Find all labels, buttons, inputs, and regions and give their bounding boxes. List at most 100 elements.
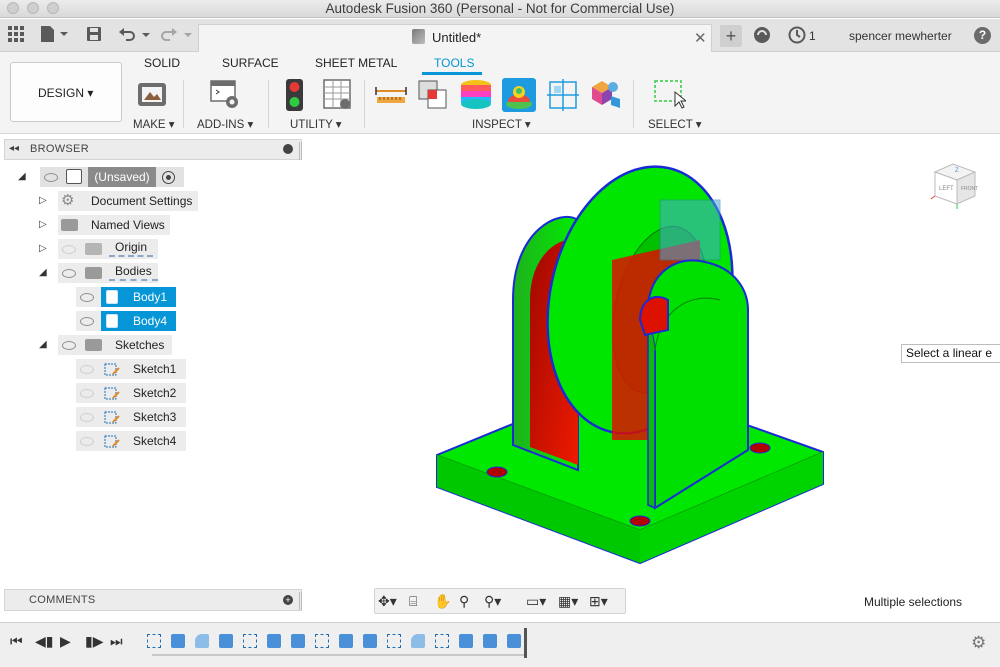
section-analysis-icon[interactable] [546,78,580,112]
add-ins-label: ADD-INS [197,119,245,131]
tab-tools[interactable]: TOOLS [434,56,474,70]
expand-triangle-icon[interactable]: ▷ [39,195,47,206]
interference-icon[interactable] [416,78,450,112]
data-panel-grid-icon[interactable] [8,26,24,47]
timeline-extrude-feature-icon[interactable] [363,634,377,648]
extensions-icon[interactable] [753,26,771,47]
3d-model-viewport[interactable] [420,160,840,585]
timeline-sketch-feature-icon[interactable] [243,634,257,648]
zoom-icon[interactable]: ⚲ [459,593,469,610]
visibility-eye-icon[interactable] [62,341,76,350]
go-to-end-icon[interactable]: ⏭ [110,633,123,650]
timeline-extrude-feature-icon[interactable] [267,634,281,648]
select-group-label[interactable]: SELECT ▾ [648,117,702,131]
timeline-settings-gear-icon[interactable]: ⚙ [971,633,986,653]
tab-surface[interactable]: SURFACE [222,56,279,70]
timeline-revolve-feature-icon[interactable] [195,634,209,648]
timeline-extrude-feature-icon[interactable] [219,634,233,648]
view-cube[interactable]: LEFT FRONT Z [925,160,985,213]
panel-resize-handle[interactable] [299,592,302,610]
orbit-icon[interactable]: ✥▾ [378,593,397,610]
redo-icon[interactable] [160,26,194,45]
look-at-icon[interactable]: ⌸ [409,593,417,610]
parameters-table-icon[interactable] [320,78,354,112]
hidden-eye-icon[interactable] [62,245,76,254]
hidden-eye-icon[interactable] [80,389,94,398]
tree-item-body4[interactable]: Body4 [127,311,173,331]
timeline-extrude-feature-icon[interactable] [291,634,305,648]
3d-print-icon[interactable] [135,78,169,112]
tree-item-sketch1[interactable]: Sketch1 [127,359,182,379]
visibility-eye-icon[interactable] [62,269,76,278]
timeline-sketch-feature-icon[interactable] [387,634,401,648]
step-forward-icon[interactable]: ▮▶ [85,633,103,650]
step-back-icon[interactable]: ◀▮ [35,633,53,650]
tree-item-bodies[interactable]: Bodies [109,263,158,281]
add-comment-icon[interactable]: + [283,595,293,605]
timeline-extrude-feature-icon[interactable] [507,634,521,648]
timeline-sketch-feature-icon[interactable] [435,634,449,648]
activate-radio-icon[interactable] [162,171,175,184]
root-component-label[interactable]: (Unsaved) [88,167,156,187]
job-status-icon[interactable] [788,26,806,47]
collapse-triangle-icon[interactable]: ◢ [39,339,47,350]
visibility-eye-icon[interactable] [80,293,94,302]
user-account-menu[interactable]: spencer mewherter [849,29,952,43]
file-menu-icon[interactable] [40,26,68,45]
component-color-cycling-icon[interactable] [589,78,623,112]
curvature-comb-icon[interactable] [459,78,493,112]
tree-item-document-settings[interactable]: Document Settings [85,191,198,211]
timeline-sketch-feature-icon[interactable] [315,634,329,648]
collapse-browser-icon[interactable]: ◂◂ [9,143,19,154]
close-tab-icon[interactable]: ✕ [694,29,707,47]
timeline-sketch-feature-icon[interactable] [147,634,161,648]
visibility-eye-icon[interactable] [80,317,94,326]
tab-solid[interactable]: SOLID [144,56,180,70]
inspect-group-label[interactable]: INSPECT ▾ [472,117,531,131]
panel-resize-handle[interactable] [299,142,302,160]
timeline-revolve-feature-icon[interactable] [411,634,425,648]
help-icon[interactable]: ? [974,27,991,44]
window-select-icon[interactable] [652,78,688,112]
undo-icon[interactable] [118,26,152,45]
measure-icon[interactable] [374,78,408,112]
scripts-addins-icon[interactable] [208,78,242,112]
svg-text:LEFT: LEFT [939,186,954,192]
hidden-eye-icon[interactable] [80,413,94,422]
tree-item-named-views[interactable]: Named Views [85,215,171,235]
collapse-triangle-icon[interactable]: ◢ [18,171,26,182]
expand-triangle-icon[interactable]: ▷ [39,243,47,254]
tree-item-origin[interactable]: Origin [109,239,154,257]
utility-group-label[interactable]: UTILITY ▾ [290,117,342,131]
timeline-extrude-feature-icon[interactable] [459,634,473,648]
collapse-triangle-icon[interactable]: ◢ [39,267,47,278]
make-group-label[interactable]: MAKE ▾ [133,117,175,131]
timeline-extrude-feature-icon[interactable] [483,634,497,648]
hidden-eye-icon[interactable] [80,365,94,374]
save-icon[interactable] [86,26,102,45]
tree-item-body1[interactable]: Body1 [127,287,173,307]
tree-item-sketch2[interactable]: Sketch2 [127,383,182,403]
tab-sheet-metal[interactable]: SHEET METAL [315,56,397,70]
expand-triangle-icon[interactable]: ▷ [39,219,47,230]
zebra-analysis-icon[interactable] [502,78,536,112]
tree-item-sketches[interactable]: Sketches [109,335,170,355]
new-tab-button[interactable]: + [720,25,742,47]
fit-zoom-icon[interactable]: ⚲▾ [484,593,501,610]
tree-item-sketch4[interactable]: Sketch4 [127,431,182,451]
viewports-icon[interactable]: ⊞▾ [589,593,608,610]
tree-item-sketch3[interactable]: Sketch3 [127,407,182,427]
timeline-extrude-feature-icon[interactable] [171,634,185,648]
hidden-eye-icon[interactable] [80,437,94,446]
add-ins-group-label[interactable]: ADD-INS ▾ [197,117,253,131]
go-to-start-icon[interactable]: ⏮ [10,633,23,650]
timeline-extrude-feature-icon[interactable] [339,634,353,648]
grid-settings-icon[interactable]: ▦▾ [558,593,578,610]
timeline-marker[interactable] [524,628,527,658]
traffic-light-icon[interactable] [278,78,312,112]
browser-options-icon[interactable] [283,144,293,154]
pan-hand-icon[interactable]: ✋ [434,593,451,610]
visibility-eye-icon[interactable] [44,173,58,182]
play-icon[interactable]: ▶ [60,633,71,650]
display-settings-icon[interactable]: ▭▾ [526,593,546,610]
